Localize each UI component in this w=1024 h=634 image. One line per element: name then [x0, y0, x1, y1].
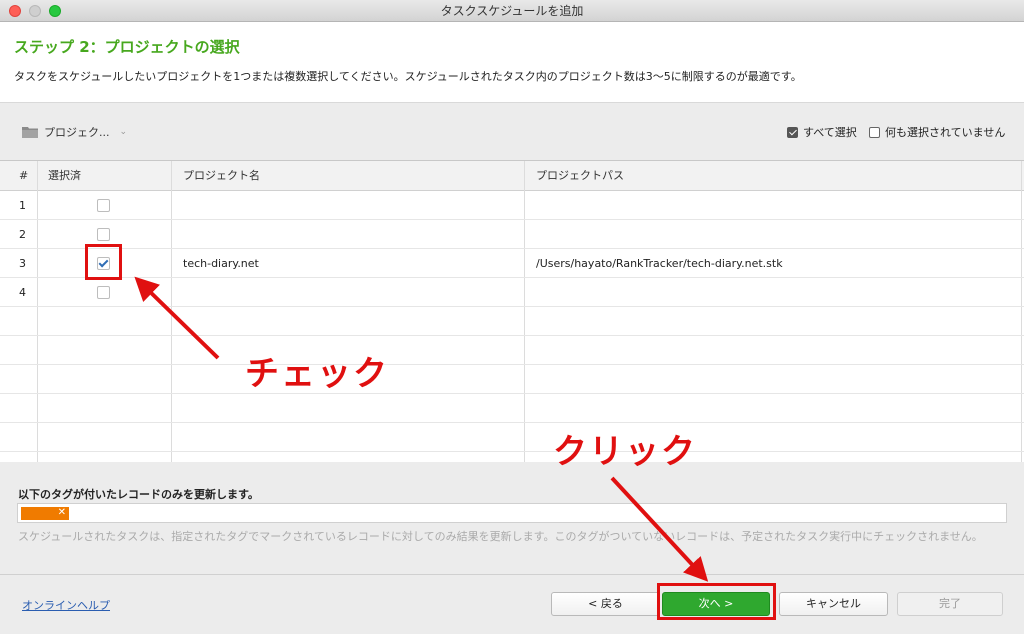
check-annotation-label: チェック — [245, 354, 389, 394]
next-button-highlight — [657, 583, 776, 620]
project-path: /Users/hayato/RankTracker/tech-diary.net… — [536, 257, 783, 270]
checkbox-highlight — [85, 244, 122, 280]
back-button[interactable]: < 戻る — [551, 592, 660, 616]
step-description: タスクをスケジュールしたいプロジェクトを1つまたは複数選択してください。スケジュ… — [14, 70, 802, 83]
project-name: tech-diary.net — [183, 257, 259, 270]
chevron-down-icon: ⌄ — [119, 127, 128, 137]
table-row[interactable]: 4 — [0, 278, 1024, 307]
column-header-selected[interactable]: 選択済 — [48, 161, 81, 191]
row-checkbox[interactable] — [97, 228, 110, 241]
online-help-link[interactable]: オンラインヘルプ — [22, 597, 110, 613]
row-number: 1 — [19, 199, 26, 212]
column-header-project-path[interactable]: プロジェクトパス — [536, 161, 624, 191]
wizard-header: ステップ 2：プロジェクトの選択 タスクをスケジュールしたいプロジェクトを1つま… — [0, 22, 1024, 103]
empty-row — [0, 423, 1024, 452]
tag-input-field[interactable]: ✕ — [17, 503, 1007, 523]
empty-row — [0, 336, 1024, 365]
row-number: 4 — [19, 286, 26, 299]
row-checkbox[interactable] — [97, 286, 110, 299]
project-dropdown-label: プロジェク... — [44, 126, 110, 139]
toolbar: プロジェク... ⌄ すべて選択 何も選択されていません — [0, 103, 1024, 160]
finish-button[interactable]: 完了 — [897, 592, 1003, 616]
wizard-footer: オンラインヘルプ < 戻る 次へ > キャンセル 完了 — [0, 574, 1024, 634]
select-none-checkbox[interactable]: 何も選択されていません — [869, 124, 1005, 140]
table-row[interactable]: 2 — [0, 220, 1024, 249]
select-all-check-icon — [787, 126, 798, 138]
tag-filter-title: 以下のタグが付いたレコードのみを更新します。 — [18, 488, 259, 501]
click-annotation-label: クリック — [553, 432, 697, 472]
row-checkbox[interactable] — [97, 199, 110, 212]
table-row[interactable]: 3 tech-diary.net /Users/hayato/RankTrack… — [0, 249, 1024, 278]
select-all-label: すべて選択 — [803, 126, 857, 139]
remove-tag-icon[interactable]: ✕ — [58, 506, 66, 520]
select-none-check-icon — [869, 126, 880, 138]
projects-table: # 選択済 プロジェクト名 プロジェクトパス 1 2 3 tech-diary.… — [0, 160, 1024, 463]
table-row[interactable]: 1 — [0, 191, 1024, 220]
tag-filter-note: スケジュールされたタスクは、指定されたタグでマークされているレコードに対してのみ… — [18, 530, 983, 543]
row-number: 2 — [19, 228, 26, 241]
window-title: タスクスケジュールを追加 — [440, 4, 584, 18]
empty-row — [0, 394, 1024, 423]
column-header-number[interactable]: # — [19, 161, 28, 191]
row-number: 3 — [19, 257, 26, 270]
table-header: # 選択済 プロジェクト名 プロジェクトパス — [0, 161, 1024, 191]
select-none-label: 何も選択されていません — [885, 126, 1006, 139]
select-all-checkbox[interactable]: すべて選択 — [787, 124, 857, 140]
window-titlebar: タスクスケジュールを追加 — [0, 0, 1024, 22]
folder-icon — [22, 127, 38, 138]
column-header-project-name[interactable]: プロジェクト名 — [183, 161, 260, 191]
tag-filter-section: 以下のタグが付いたレコードのみを更新します。 ✕ スケジュールされたタスクは、指… — [0, 462, 1024, 574]
step-title: ステップ 2：プロジェクトの選択 — [14, 38, 240, 56]
empty-row — [0, 307, 1024, 336]
cancel-button[interactable]: キャンセル — [779, 592, 888, 616]
empty-row — [0, 365, 1024, 394]
project-folder-dropdown[interactable]: プロジェク... ⌄ — [22, 123, 127, 141]
tag-chip[interactable]: ✕ — [21, 507, 69, 520]
